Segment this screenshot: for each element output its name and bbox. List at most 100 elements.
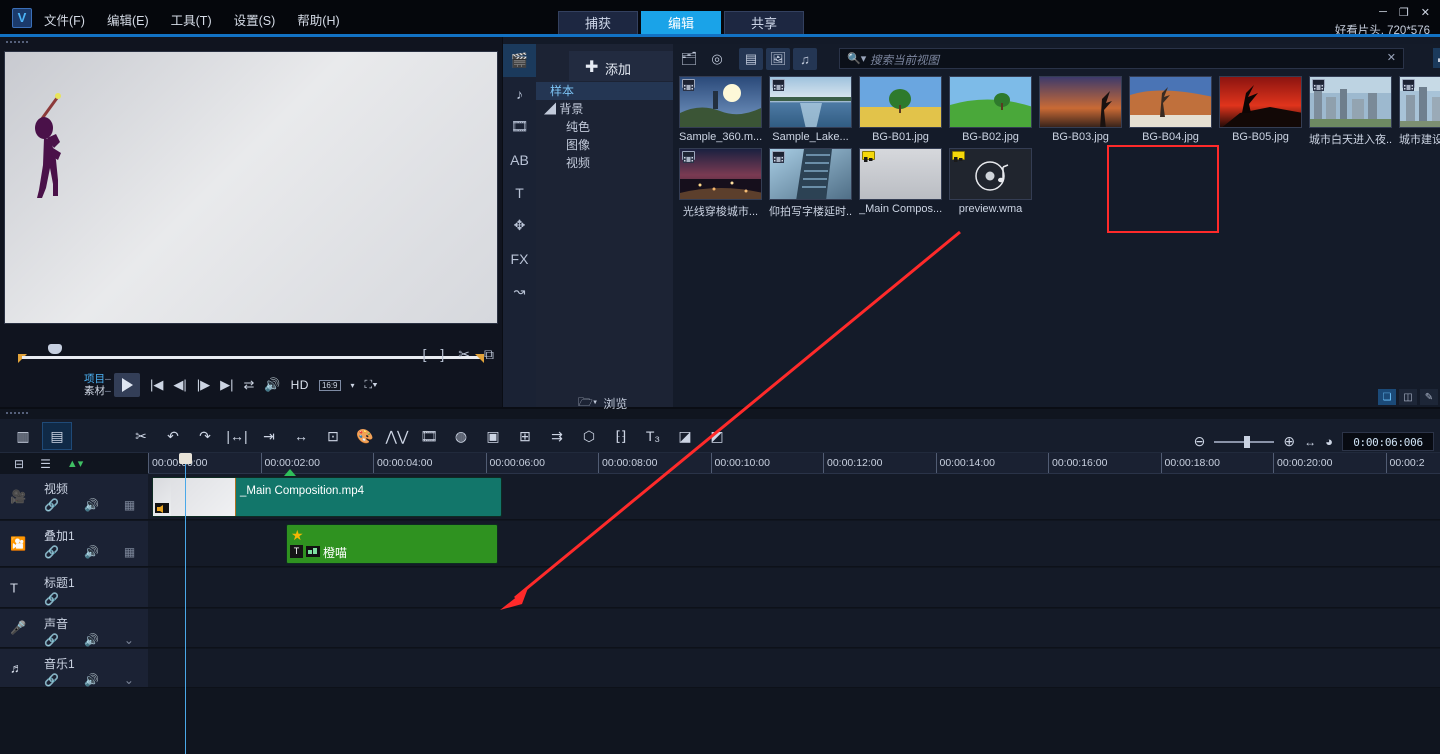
graphic-icon[interactable]: ✥ [503, 209, 536, 242]
media-thumbnail[interactable] [859, 148, 942, 200]
track-link-icon[interactable]: 🔗 [44, 592, 59, 606]
media-item[interactable]: BG-B01.jpg [859, 76, 942, 143]
capture-icon[interactable]: ◎ [705, 48, 729, 70]
subtitle-icon[interactable]: ▣ [478, 422, 508, 450]
timeline-clip[interactable]: _Main Composition.mp4 [152, 477, 502, 517]
minimize-icon[interactable]: ─ [1379, 6, 1387, 19]
media-thumbnail[interactable] [949, 76, 1032, 128]
enlarge-icon[interactable]: ⛶▾ [365, 379, 378, 392]
tree-node-4[interactable]: 视频 [536, 154, 673, 172]
track-wave-icon[interactable]: ⌄ [124, 673, 134, 687]
media-thumbnail[interactable] [859, 76, 942, 128]
track-wave-icon[interactable]: ⌄ [124, 633, 134, 647]
layers-icon[interactable]: ❏ [1378, 389, 1396, 405]
view-large-icon[interactable]: ▬ [1433, 48, 1440, 68]
menu-help[interactable]: 帮助(H) [297, 10, 339, 29]
media-item[interactable]: preview.wma [949, 148, 1032, 215]
track-volume-icon[interactable]: 🔊 [84, 633, 99, 647]
audio-wave-icon[interactable]: ⋀⋁ [382, 422, 412, 450]
media-item[interactable]: 城市白天进入夜... [1309, 76, 1392, 147]
media-thumbnail[interactable] [949, 148, 1032, 200]
menu-tools[interactable]: 工具(T) [171, 10, 212, 29]
audio-icon[interactable]: ♪ [503, 77, 536, 110]
tree-node-0[interactable]: 样本 [536, 82, 673, 100]
paint-icon[interactable]: ◪ [670, 422, 700, 450]
chevron-down-icon[interactable]: ▾ [351, 381, 355, 390]
tab-edit[interactable]: 编辑 [641, 11, 721, 35]
title-ab-icon[interactable]: AB [503, 143, 536, 176]
mark-in-icon[interactable]: [ [422, 346, 426, 363]
track-order-icon[interactable]: ☰ [40, 457, 51, 471]
media-thumbnail[interactable] [769, 76, 852, 128]
timeline-view-icon[interactable]: ▤ [42, 422, 72, 450]
menu-edit[interactable]: 编辑(E) [107, 10, 149, 29]
folder-add-icon[interactable]: 🗂 [677, 48, 701, 70]
media-item[interactable]: 光线穿梭城市... [679, 148, 762, 219]
track-mask-icon[interactable]: ▦ [124, 498, 135, 512]
track-link-icon[interactable]: 🔗 [44, 498, 59, 512]
edit-icon[interactable]: ✎ [1420, 389, 1438, 405]
track-header[interactable]: ♬ 音乐1 🔗 🔊 ⌄ [0, 649, 148, 688]
track-lane[interactable]: ★ T 橙喵 [148, 521, 1440, 567]
timeline-playhead-handle[interactable] [179, 453, 192, 464]
track-header[interactable]: T 标题1 🔗 [0, 568, 148, 608]
mode-project-label[interactable]: 项目– [84, 373, 111, 385]
mask-icon[interactable]: ⬡ [574, 422, 604, 450]
aspect-ratio-label[interactable]: 16:9 [318, 379, 341, 391]
media-thumbnail[interactable] [1129, 76, 1212, 128]
hd-label[interactable]: HD [291, 378, 309, 392]
menu-settings[interactable]: 设置(S) [234, 10, 276, 29]
undo-icon[interactable]: ↶ [158, 422, 188, 450]
movie-icon[interactable]: 🎞 [414, 422, 444, 450]
media-item[interactable]: 仰拍写字楼延时... [769, 148, 852, 219]
mark-out-icon[interactable]: ] [440, 346, 444, 363]
media-thumbnail[interactable] [1399, 76, 1440, 128]
track-mask-icon[interactable]: ▦ [124, 545, 135, 559]
timeline-zoom-slider[interactable] [1214, 435, 1275, 448]
timeline-ruler[interactable]: 00:00:00:0000:00:02:0000:00:04:0000:00:0… [148, 453, 1440, 474]
media-item[interactable]: Sample_360.m... [679, 76, 762, 143]
track-volume-icon[interactable]: 🔊 [84, 673, 99, 687]
media-icon[interactable]: 🎬 [503, 44, 536, 77]
timeline-duration[interactable]: 0:00:06:006 [1342, 432, 1434, 451]
timeline-clip[interactable]: ★ T 橙喵 [286, 524, 498, 564]
tree-node-1[interactable]: ◢ 背景 [536, 100, 673, 118]
tree-node-3[interactable]: 图像 [536, 136, 673, 154]
media-item[interactable]: Sample_Lake... [769, 76, 852, 143]
media-thumbnail[interactable] [769, 148, 852, 200]
go-end-icon[interactable]: ▶| [220, 377, 233, 393]
panel-grip[interactable] [6, 41, 36, 46]
color-icon[interactable]: 🎨 [350, 422, 380, 450]
snapshot-icon[interactable]: ⧉ [484, 346, 494, 363]
filter-photo-icon[interactable]: 🖼 [766, 48, 790, 70]
split-view-icon[interactable]: ◫ [1399, 389, 1417, 405]
media-thumbnail[interactable] [679, 148, 762, 200]
timeline-chapter-marker[interactable] [284, 469, 296, 476]
media-thumbnail[interactable] [1219, 76, 1302, 128]
storyboard-view-icon[interactable]: ▥ [8, 422, 38, 450]
multi-trim-icon[interactable]: ◍ [446, 422, 476, 450]
track-lane[interactable]: _Main Composition.mp4 [148, 474, 1440, 520]
zoom-out-icon[interactable]: ⊖ [1194, 433, 1206, 450]
track-header[interactable]: 🎦 叠加1 🔗 🔊 ▦ [0, 521, 148, 567]
track-lane[interactable] [148, 609, 1440, 648]
motion-icon[interactable]: ⇉ [542, 422, 572, 450]
filter-audio-icon[interactable]: ♫ [793, 48, 817, 70]
search-input[interactable]: 🔍▾ 搜索当前视图 ✕ [839, 48, 1404, 69]
media-item[interactable]: 城市建设飞速崛... [1399, 76, 1440, 147]
volume-icon[interactable]: 🔊 [264, 377, 280, 393]
track-lane[interactable] [148, 649, 1440, 688]
expand-icon[interactable]: ↔ [286, 422, 316, 450]
tree-node-2[interactable]: 纯色 [536, 118, 673, 136]
preview-monitor[interactable] [4, 51, 498, 324]
step-back-icon[interactable]: ◀| [173, 377, 186, 393]
text-icon[interactable]: T [503, 176, 536, 209]
timeline-grip[interactable] [6, 412, 36, 417]
step-forward-icon[interactable]: |▶ [197, 377, 210, 393]
fit-project-icon[interactable]: ↔ [1304, 435, 1316, 449]
scrub-track[interactable] [22, 356, 480, 359]
tab-capture[interactable]: 捕获 [558, 11, 638, 35]
title3d-icon[interactable]: T₃ [638, 422, 668, 450]
media-thumbnail[interactable] [1309, 76, 1392, 128]
loop-icon[interactable]: ⇄ [244, 377, 255, 393]
